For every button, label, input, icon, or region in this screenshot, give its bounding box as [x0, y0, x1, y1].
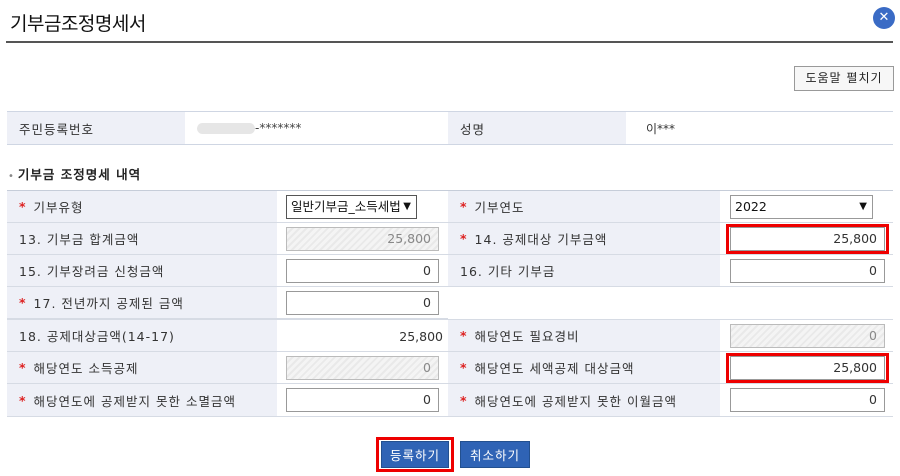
- expense-input: 0: [730, 324, 885, 348]
- expense-label: * 해당연도 필요경비: [448, 320, 720, 351]
- expired-label: * 해당연도에 공제받지 못한 소멸금액: [7, 384, 277, 416]
- chevron-down-icon: ▼: [403, 201, 411, 212]
- donation-type-select-value: 일반기부금_소득세법: [291, 199, 401, 214]
- tax-credit-cell: 25,800: [720, 352, 893, 383]
- form-row-13-14: 13. 기부금 합계금액 25,800 * 14. 공제대상 기부금액 25,80…: [7, 223, 893, 255]
- masked-id-blur: [197, 122, 255, 134]
- id-number-cell: -*******: [185, 112, 448, 144]
- required-mark: *: [460, 328, 468, 343]
- income-deduct-label: * 해당연도 소득공제: [7, 352, 277, 383]
- expired-cell: 0: [277, 384, 448, 416]
- form-row-15-16: 15. 기부장려금 신청금액 0 16. 기타 기부금 0: [7, 255, 893, 287]
- item15-cell: 0: [277, 255, 448, 286]
- info-row: 주민등록번호 -******* 성명 이***: [7, 112, 893, 144]
- form-row-18-expense: 18. 공제대상금액(14-17) 25,800 * 해당연도 필요경비 0: [7, 320, 893, 352]
- section-bullet-icon: •: [8, 171, 15, 182]
- name-label: 성명: [448, 112, 626, 144]
- carryover-label: * 해당연도에 공제받지 못한 이월금액: [448, 384, 720, 416]
- cancel-button[interactable]: 취소하기: [460, 441, 530, 468]
- required-mark: *: [19, 360, 27, 375]
- id-number-label-text: 주민등록번호: [19, 121, 95, 137]
- required-mark: *: [19, 295, 27, 310]
- highlight-box: [726, 353, 889, 383]
- required-mark: *: [460, 231, 468, 246]
- dialog-title: 기부금조정명세서: [10, 13, 146, 35]
- item16-label: 16. 기타 기부금: [448, 255, 720, 286]
- donation-type-select[interactable]: 일반기부금_소득세법 ▼: [286, 195, 417, 219]
- highlight-box: [726, 224, 889, 254]
- expired-input[interactable]: 0: [286, 388, 439, 412]
- item18-value: 25,800: [399, 329, 443, 344]
- chevron-down-icon: ▼: [859, 201, 867, 212]
- required-mark: *: [460, 360, 468, 375]
- donation-year-label-text: 기부연도: [474, 200, 525, 215]
- donation-year-select[interactable]: 2022 ▼: [730, 195, 873, 219]
- item16-input[interactable]: 0: [730, 259, 885, 283]
- income-deduct-cell: 0: [277, 352, 448, 383]
- section-title-text: 기부금 조정명세 내역: [17, 167, 142, 182]
- item13-input: 25,800: [286, 227, 439, 251]
- item17-label-text: 17. 전년까지 공제된 금액: [33, 296, 184, 311]
- tax-credit-label: * 해당연도 세액공제 대상금액: [448, 352, 720, 383]
- name-value: 이***: [626, 112, 893, 144]
- dialog-titlebar: 기부금조정명세서 ✕: [0, 0, 900, 43]
- id-number-label: 주민등록번호: [7, 112, 185, 144]
- income-deduct-input: 0: [286, 356, 439, 380]
- expense-cell: 0: [720, 320, 893, 351]
- divider: [7, 144, 893, 145]
- item17-label: * 17. 전년까지 공제된 금액: [7, 287, 277, 318]
- required-mark: *: [19, 392, 27, 408]
- item13-cell: 25,800: [277, 223, 448, 254]
- close-icon[interactable]: ✕: [873, 7, 895, 29]
- income-deduct-label-text: 해당연도 소득공제: [33, 361, 139, 376]
- item18-cell: 25,800: [277, 320, 448, 351]
- title-divider: [6, 41, 893, 43]
- item18-label: 18. 공제대상금액(14-17): [7, 320, 277, 351]
- donation-type-label-text: 기부유형: [33, 200, 84, 215]
- expired-label-text: 해당연도에 공제받지 못한 소멸금액: [33, 393, 236, 409]
- donation-year-select-value: 2022: [735, 199, 767, 214]
- item15-input[interactable]: 0: [286, 259, 439, 283]
- form-row-income-credit: * 해당연도 소득공제 0 * 해당연도 세액공제 대상금액 25,800: [7, 352, 893, 384]
- donation-type-label: * 기부유형: [7, 191, 277, 222]
- donation-form-grid: * 기부유형 일반기부금_소득세법 ▼ * 기부연도 2022 ▼ 13. 기부금 합계…: [7, 190, 893, 417]
- donation-type-cell: 일반기부금_소득세법 ▼: [277, 191, 448, 222]
- tax-credit-label-text: 해당연도 세액공제 대상금액: [474, 361, 635, 376]
- id-number-value: -*******: [255, 121, 302, 135]
- name-label-text: 성명: [460, 121, 486, 137]
- form-row-expired-carryover: * 해당연도에 공제받지 못한 소멸금액 0 * 해당연도에 공제받지 못한 이월금…: [7, 384, 893, 417]
- donation-year-label: * 기부연도: [448, 191, 720, 222]
- carryover-label-text: 해당연도에 공제받지 못한 이월금액: [474, 393, 677, 409]
- expense-label-text: 해당연도 필요경비: [474, 329, 580, 344]
- required-mark: *: [460, 392, 468, 408]
- carryover-cell: 0: [720, 384, 893, 416]
- item16-cell: 0: [720, 255, 893, 286]
- section-title: • 기부금 조정명세 내역: [8, 164, 141, 183]
- form-row-type: * 기부유형 일반기부금_소득세법 ▼ * 기부연도 2022 ▼: [7, 191, 893, 223]
- form-row-17: * 17. 전년까지 공제된 금액 0: [7, 287, 448, 319]
- required-mark: *: [460, 199, 468, 214]
- item17-input[interactable]: 0: [286, 291, 439, 315]
- donation-year-cell: 2022 ▼: [720, 191, 893, 222]
- item14-cell: 25,800: [720, 223, 893, 254]
- help-toggle-button[interactable]: 도움말 펼치기: [794, 66, 894, 91]
- item15-label: 15. 기부장려금 신청금액: [7, 255, 277, 286]
- item13-label: 13. 기부금 합계금액: [7, 223, 277, 254]
- required-mark: *: [19, 199, 27, 214]
- carryover-input[interactable]: 0: [730, 388, 885, 412]
- item17-cell: 0: [277, 287, 448, 318]
- register-button[interactable]: 등록하기: [381, 441, 449, 468]
- item14-label: * 14. 공제대상 기부금액: [448, 223, 720, 254]
- item14-label-text: 14. 공제대상 기부금액: [474, 232, 608, 247]
